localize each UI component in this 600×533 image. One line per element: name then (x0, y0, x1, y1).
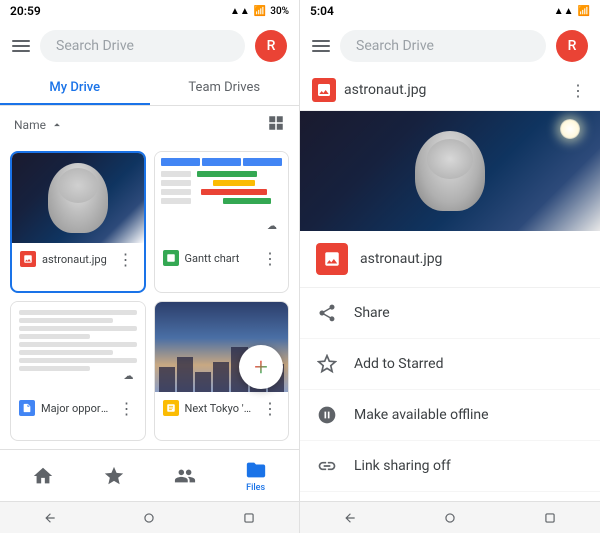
menu-item-share[interactable]: Share (300, 288, 600, 339)
home-icon (32, 465, 54, 487)
nav-files[interactable]: Files (220, 455, 291, 497)
people-icon (174, 465, 196, 487)
menu-file-img-icon (316, 243, 348, 275)
menu-item-starred[interactable]: Add to Starred (300, 339, 600, 390)
avatar-left[interactable]: R (255, 30, 287, 62)
back-button-left[interactable] (41, 509, 59, 527)
hamburger-button-right[interactable] (312, 40, 330, 52)
astronaut-figure (48, 163, 108, 233)
tab-my-drive[interactable]: My Drive (0, 70, 150, 105)
file-header-name: astronaut.jpg (344, 82, 560, 98)
search-bar-right: Search Drive R (300, 22, 600, 70)
menu-item-offline[interactable]: Make available offline (300, 390, 600, 441)
gantt-thumbnail: ☁ (155, 152, 289, 242)
files-icon (245, 459, 267, 481)
file-card-major[interactable]: ☁ Major opportunity ... ⋮ (10, 301, 146, 441)
menu-item-link-sharing[interactable]: Link sharing off (300, 441, 600, 492)
search-input-right[interactable]: Search Drive (340, 30, 546, 62)
tokyo-filename: Next Tokyo '18 提案 | Co... (185, 400, 255, 416)
file-card-astronaut[interactable]: astronaut.jpg ⋮ (10, 151, 146, 293)
status-icons-left: ▲▲ 📶 30% (230, 6, 289, 17)
nav-shared[interactable] (150, 461, 221, 491)
home-button-right[interactable] (441, 509, 459, 527)
recents-button-right[interactable] (541, 509, 559, 527)
hamburger-button[interactable] (12, 40, 30, 52)
major-more-button[interactable]: ⋮ (117, 398, 137, 418)
signal-icon-right: ▲▲ (554, 6, 574, 17)
context-menu: astronaut.jpg Share Add to Starred Make … (300, 231, 600, 501)
sort-label[interactable]: Name (14, 118, 64, 132)
file-grid-container: astronaut.jpg ⋮ (0, 143, 299, 449)
status-bar-left: 20:59 ▲▲ 📶 30% (0, 0, 299, 22)
file-info-gantt: Gantt chart ⋮ (155, 242, 289, 274)
files-nav-label: Files (246, 483, 265, 493)
file-info-major: Major opportunity ... ⋮ (11, 392, 145, 424)
battery-icon: 30% (270, 6, 289, 17)
file-card-gantt[interactable]: ☁ Gantt chart ⋮ (154, 151, 290, 293)
android-nav-left (0, 501, 299, 533)
img-type-icon (20, 251, 36, 267)
gantt-more-button[interactable]: ⋮ (260, 248, 280, 268)
back-button-right[interactable] (341, 509, 359, 527)
cloud-badge-gantt: ☁ (262, 216, 282, 236)
cloud-badge-major: ☁ (119, 366, 139, 386)
astronaut-more-button[interactable]: ⋮ (116, 249, 136, 269)
menu-item-copy-link[interactable]: Copy link (300, 492, 600, 501)
right-panel: 5:04 ▲▲ 📶 Search Drive R astronaut.jpg ⋮ (300, 0, 600, 533)
astronaut-thumbnail (12, 153, 144, 243)
offline-icon (316, 404, 338, 426)
fab-plus-icon: + (254, 355, 268, 379)
nav-starred[interactable] (79, 461, 150, 491)
wifi-icon-right: 📶 (578, 6, 590, 17)
sort-bar: Name (0, 106, 299, 143)
link-sharing-icon (316, 455, 338, 477)
time-left: 20:59 (10, 4, 41, 18)
preview-sun (560, 119, 580, 139)
docs-type-icon (19, 400, 35, 416)
left-panel: 20:59 ▲▲ 📶 30% Search Drive R My Drive T… (0, 0, 300, 533)
nav-home[interactable] (8, 461, 79, 491)
tab-team-drives[interactable]: Team Drives (150, 70, 300, 105)
avatar-right[interactable]: R (556, 30, 588, 62)
file-header-img-icon (312, 78, 336, 102)
file-info-astronaut: astronaut.jpg ⋮ (12, 243, 144, 275)
major-thumbnail: ☁ (11, 302, 145, 392)
wifi-icon: 📶 (254, 6, 266, 17)
file-grid: astronaut.jpg ⋮ (0, 143, 299, 449)
share-icon (316, 302, 338, 324)
sheets-type-icon (163, 250, 179, 266)
star-icon (103, 465, 125, 487)
android-nav-right (300, 501, 600, 533)
status-bar-right: 5:04 ▲▲ 📶 (300, 0, 600, 22)
menu-file-name: astronaut.jpg (360, 251, 442, 267)
search-bar-left: Search Drive R (0, 22, 299, 70)
status-icons-right: ▲▲ 📶 (554, 6, 590, 17)
fab-button[interactable]: + (239, 345, 283, 389)
gantt-filename: Gantt chart (185, 252, 255, 265)
menu-file-item: astronaut.jpg (300, 231, 600, 288)
preview-astronaut-figure (415, 131, 485, 211)
file-info-tokyo: Next Tokyo '18 提案 | Co... ⋮ (155, 392, 289, 424)
bottom-nav: Files (0, 449, 299, 501)
starred-icon (316, 353, 338, 375)
major-filename: Major opportunity ... (41, 402, 111, 415)
starred-label: Add to Starred (354, 356, 443, 372)
file-header-more-button[interactable]: ⋮ (568, 80, 588, 100)
file-header: astronaut.jpg ⋮ (300, 70, 600, 111)
search-input-left[interactable]: Search Drive (40, 30, 245, 62)
tabs: My Drive Team Drives (0, 70, 299, 106)
home-button-left[interactable] (140, 509, 158, 527)
slides-type-icon (163, 400, 179, 416)
grid-view-icon[interactable] (267, 114, 285, 135)
astronaut-filename: astronaut.jpg (42, 253, 110, 266)
share-label: Share (354, 305, 390, 321)
recents-button-left[interactable] (240, 509, 258, 527)
tokyo-more-button[interactable]: ⋮ (260, 398, 280, 418)
time-right: 5:04 (310, 4, 334, 18)
link-sharing-label: Link sharing off (354, 458, 451, 474)
file-preview (300, 111, 600, 231)
offline-label: Make available offline (354, 407, 489, 423)
sort-arrow-icon (50, 118, 64, 132)
signal-icon: ▲▲ (230, 6, 250, 17)
